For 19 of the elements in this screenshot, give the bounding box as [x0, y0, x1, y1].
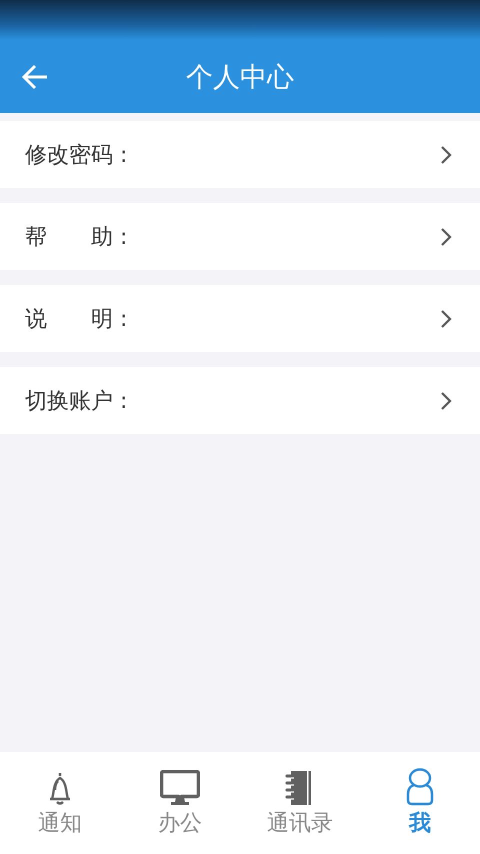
page-title: 个人中心: [186, 60, 294, 94]
menu-item[interactable]: 说 明 :: [0, 285, 480, 352]
chevron-right-icon: [440, 144, 452, 164]
menu-item[interactable]: 修改密码 :: [0, 121, 480, 188]
menu-label: 帮 助 :: [25, 224, 128, 252]
menu-label: 修改密码 :: [25, 142, 128, 170]
menu-item[interactable]: 切换账户 :: [0, 367, 480, 434]
menu-label: 切换账户 :: [25, 388, 128, 416]
menu-label: 说 明 :: [25, 306, 128, 334]
tab[interactable]: 我: [360, 752, 480, 838]
chevron-right-icon: [440, 390, 452, 410]
tab[interactable]: 办公: [120, 752, 240, 838]
chevron-right-icon: [440, 226, 452, 246]
person-icon: [406, 768, 434, 806]
monitor-icon: [160, 770, 200, 806]
chevron-right-icon: [440, 308, 452, 328]
tab[interactable]: 通知: [0, 752, 120, 838]
tab[interactable]: 通讯录: [240, 752, 360, 838]
menu-item[interactable]: 帮 助 :: [0, 203, 480, 270]
